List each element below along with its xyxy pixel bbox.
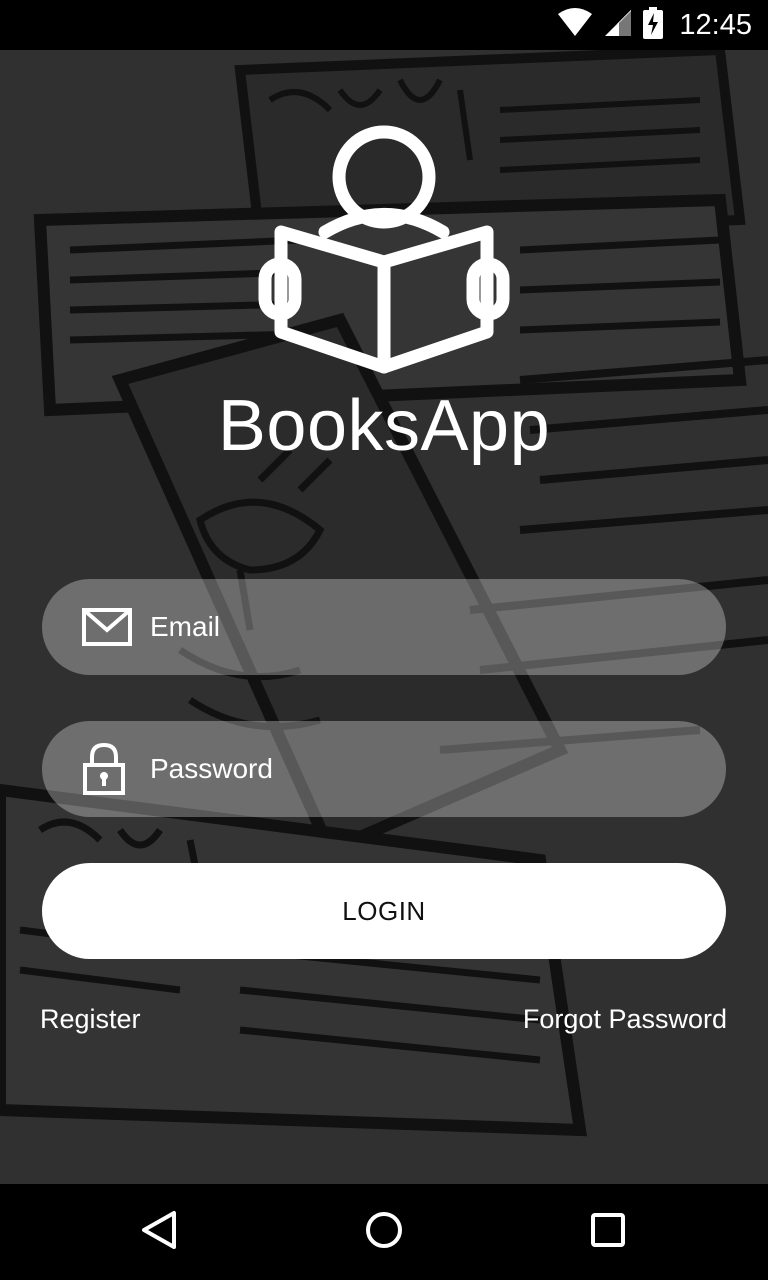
register-link[interactable]: Register bbox=[40, 1004, 141, 1035]
password-placeholder: Password bbox=[150, 753, 273, 784]
status-icons: 12:45 bbox=[557, 0, 752, 50]
password-field[interactable]: Password bbox=[42, 721, 726, 817]
email-placeholder: Email bbox=[150, 611, 221, 642]
wifi-icon bbox=[557, 7, 593, 43]
status-bar: 12:45 bbox=[0, 0, 768, 50]
home-circle-icon bbox=[364, 1210, 404, 1255]
login-button[interactable]: LOGIN bbox=[42, 863, 726, 959]
battery-charging-icon bbox=[643, 6, 664, 44]
app-title: BooksApp bbox=[217, 386, 551, 466]
email-field[interactable]: Email bbox=[42, 579, 726, 675]
reader-with-book-icon bbox=[255, 122, 513, 380]
envelope-icon bbox=[82, 608, 132, 646]
signal-icon bbox=[603, 8, 633, 43]
navigation-bar bbox=[0, 1184, 768, 1280]
clock: 12:45 bbox=[679, 8, 752, 41]
home-button[interactable] bbox=[350, 1198, 418, 1266]
forgot-password-link[interactable]: Forgot Password bbox=[523, 1004, 727, 1035]
back-triangle-icon bbox=[140, 1210, 180, 1255]
recents-square-icon bbox=[590, 1212, 626, 1253]
recents-button[interactable] bbox=[574, 1198, 642, 1266]
padlock-icon bbox=[82, 743, 126, 795]
back-button[interactable] bbox=[126, 1198, 194, 1266]
